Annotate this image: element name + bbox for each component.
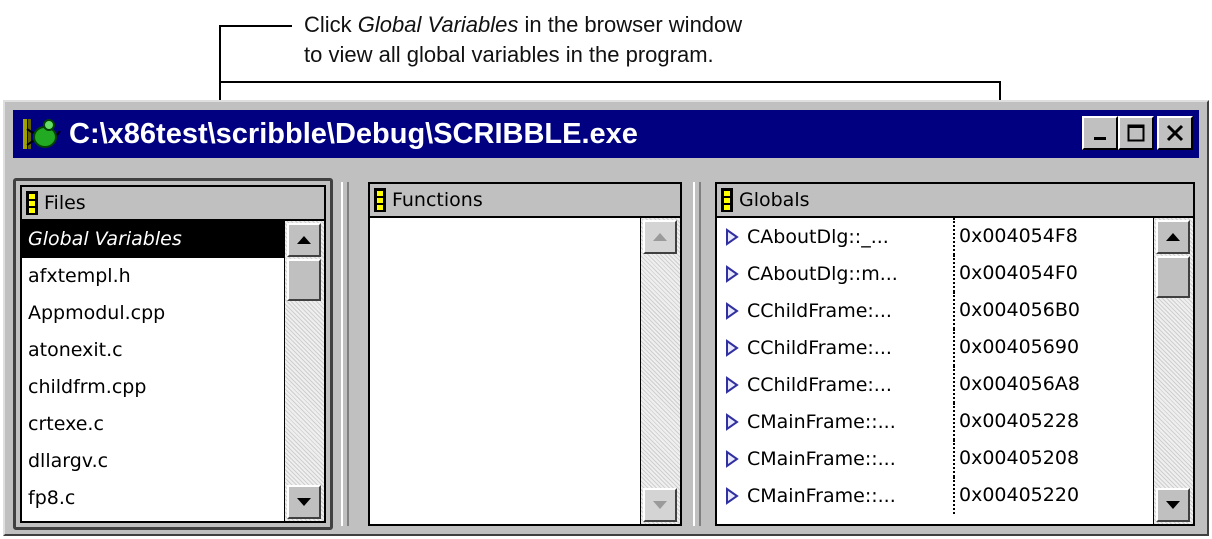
scroll-up-button[interactable]	[1156, 220, 1190, 254]
global-name: CAboutDlg::m...	[747, 262, 898, 285]
minimize-button[interactable]	[1082, 116, 1118, 150]
global-name: CChildFrame:...	[747, 336, 892, 359]
list-item[interactable]: fp8.c	[22, 480, 284, 517]
expand-triangle-icon[interactable]	[717, 264, 747, 283]
global-address: 0x004056B0	[953, 292, 1080, 329]
table-row[interactable]: CMainFrame::... 0x00405208	[717, 440, 1153, 477]
global-name: CMainFrame::...	[747, 447, 896, 470]
scroll-up-button[interactable]	[643, 220, 677, 254]
global-address: 0x004054F8	[953, 218, 1078, 255]
files-list: Global Variables afxtempl.h Appmodul.cpp…	[22, 221, 284, 521]
list-item[interactable]: crtexe.c	[22, 406, 284, 443]
window-title: C:\x86test\scribble\Debug\SCRIBBLE.exe	[69, 117, 638, 150]
pane-marker-icon	[374, 188, 386, 212]
arrow-up-icon	[1166, 233, 1180, 241]
scroll-thumb[interactable]	[1156, 256, 1190, 298]
maximize-icon	[1127, 124, 1145, 142]
list-item[interactable]: afxtempl.h	[22, 258, 284, 295]
table-row[interactable]: CChildFrame:... 0x004056A8	[717, 366, 1153, 403]
scroll-thumb[interactable]	[287, 259, 321, 301]
arrow-down-icon	[297, 498, 311, 506]
files-header[interactable]: Files	[22, 187, 324, 221]
table-row[interactable]: CAboutDlg::m... 0x004054F0	[717, 255, 1153, 292]
functions-header-label: Functions	[392, 189, 483, 211]
files-header-label: Files	[44, 192, 86, 214]
scroll-up-button[interactable]	[287, 223, 321, 257]
arrow-down-icon	[1166, 501, 1180, 509]
global-name: CMainFrame::...	[747, 410, 896, 433]
pane-marker-icon	[721, 188, 733, 212]
expand-triangle-icon[interactable]	[717, 375, 747, 394]
functions-list[interactable]	[370, 218, 640, 524]
maximize-button[interactable]	[1118, 116, 1154, 150]
arrow-down-icon	[653, 501, 667, 509]
callout-line-2: to view all global variables in the prog…	[304, 42, 714, 67]
global-name: CChildFrame:...	[747, 299, 892, 322]
expand-triangle-icon[interactable]	[717, 338, 747, 357]
global-address: 0x004054F0	[953, 255, 1078, 292]
minimize-icon	[1094, 137, 1106, 140]
globals-header[interactable]: Globals	[717, 184, 1193, 218]
leader-line-top	[219, 25, 292, 27]
pane-marker-icon	[26, 191, 38, 215]
expand-triangle-icon[interactable]	[717, 449, 747, 468]
expand-triangle-icon[interactable]	[717, 486, 747, 505]
list-item[interactable]: childfrm.cpp	[22, 369, 284, 406]
functions-header[interactable]: Functions	[370, 184, 680, 218]
scroll-down-button[interactable]	[643, 488, 677, 522]
global-address: 0x00405208	[953, 440, 1079, 477]
table-row[interactable]: CChildFrame:... 0x004056B0	[717, 292, 1153, 329]
expand-triangle-icon[interactable]	[717, 301, 747, 320]
global-address: 0x00405220	[953, 477, 1079, 514]
global-name: CChildFrame:...	[747, 373, 892, 396]
leader-line-horizontal	[219, 81, 1001, 83]
title-buttons	[1079, 116, 1193, 150]
arrow-up-icon	[653, 233, 667, 241]
list-item[interactable]: dllargv.c	[22, 443, 284, 480]
globals-pane: Globals CAboutDlg::_... 0x004054F8 CAbou…	[711, 178, 1199, 530]
functions-pane-inner: Functions	[368, 182, 682, 526]
table-row[interactable]: CMainFrame::... 0x00405228	[717, 403, 1153, 440]
globals-header-label: Globals	[739, 189, 810, 211]
title-bar[interactable]: C:\x86test\scribble\Debug\SCRIBBLE.exe	[13, 110, 1199, 158]
globals-scrollbar[interactable]	[1153, 218, 1193, 524]
functions-scrollbar[interactable]	[640, 218, 680, 524]
close-button[interactable]	[1157, 116, 1193, 150]
expand-triangle-icon[interactable]	[717, 227, 747, 246]
global-address: 0x00405690	[953, 329, 1079, 366]
close-icon	[1166, 124, 1184, 142]
pane-splitter[interactable]	[341, 182, 349, 526]
expand-triangle-icon[interactable]	[717, 412, 747, 431]
bug-app-icon	[21, 114, 65, 154]
table-row[interactable]: CAboutDlg::_... 0x004054F8	[717, 218, 1153, 255]
callout-emphasis: Global Variables	[357, 12, 519, 37]
global-address: 0x00405228	[953, 403, 1079, 440]
table-row[interactable]: CChildFrame:... 0x00405690	[717, 329, 1153, 366]
global-name: CAboutDlg::_...	[747, 225, 889, 248]
global-address: 0x004056A8	[953, 366, 1080, 403]
callout-annotation: Click Global Variables in the browser wi…	[304, 10, 742, 70]
list-item[interactable]: atonexit.c	[22, 332, 284, 369]
callout-line-1: Click Global Variables in the browser wi…	[304, 10, 742, 40]
arrow-up-icon	[297, 236, 311, 244]
globals-list: CAboutDlg::_... 0x004054F8 CAboutDlg::m.…	[717, 218, 1153, 524]
table-row[interactable]: CMainFrame::... 0x00405220	[717, 477, 1153, 514]
list-item[interactable]: Appmodul.cpp	[22, 295, 284, 332]
list-item[interactable]: Global Variables	[22, 221, 284, 258]
callout-prefix: Click	[304, 12, 358, 37]
functions-pane: Functions	[364, 178, 686, 530]
browser-window: C:\x86test\scribble\Debug\SCRIBBLE.exe F…	[3, 100, 1209, 536]
files-scrollbar[interactable]	[284, 221, 324, 521]
pane-splitter[interactable]	[693, 182, 701, 526]
files-pane: Files Global Variables afxtempl.h Appmod…	[13, 178, 333, 530]
global-name: CMainFrame::...	[747, 484, 896, 507]
scroll-down-button[interactable]	[1156, 488, 1190, 522]
globals-pane-inner: Globals CAboutDlg::_... 0x004054F8 CAbou…	[715, 182, 1195, 526]
files-pane-inner: Files Global Variables afxtempl.h Appmod…	[20, 185, 326, 523]
scroll-down-button[interactable]	[287, 485, 321, 519]
callout-suffix: in the browser window	[518, 12, 743, 37]
